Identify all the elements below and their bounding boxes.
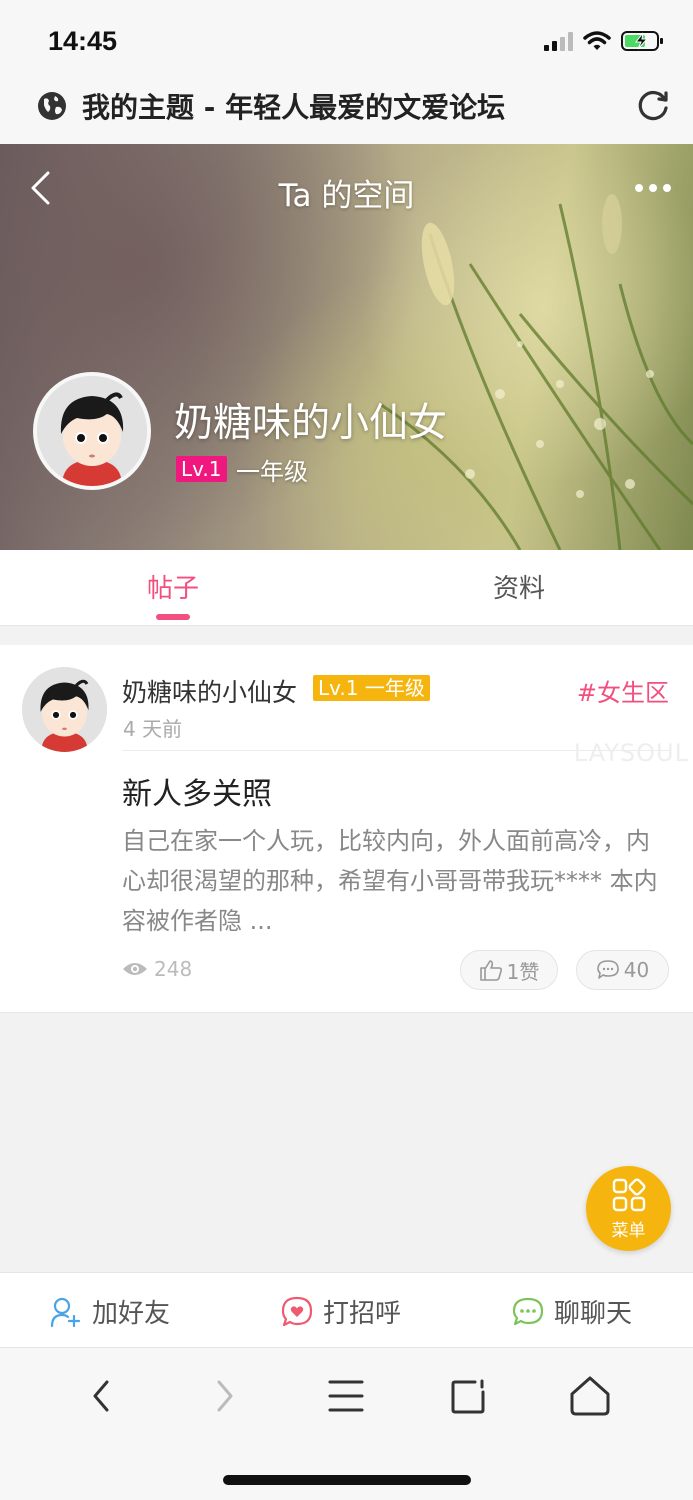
- status-bar: 14:45: [0, 0, 693, 72]
- browser-back-icon[interactable]: [78, 1372, 126, 1420]
- home-indicator[interactable]: [223, 1475, 471, 1485]
- comment-icon: [596, 960, 619, 979]
- watermark: LAYSOUL: [573, 739, 689, 767]
- view-count: 248: [154, 957, 193, 981]
- eye-icon: [123, 963, 147, 975]
- tab-profile[interactable]: 资料: [419, 568, 619, 605]
- browser-url-bar: 我的主题 - 年轻人最爱的文爱论坛: [0, 72, 693, 144]
- wifi-icon: [583, 31, 611, 50]
- add-friend-button[interactable]: 加好友: [50, 1293, 170, 1330]
- like-count: 1赞: [506, 959, 540, 984]
- thumbs-up-icon: [479, 960, 502, 981]
- profile-avatar[interactable]: [33, 372, 151, 490]
- more-options-icon[interactable]: [635, 184, 671, 192]
- comment-count: 40: [623, 958, 650, 982]
- globe-icon: [38, 92, 66, 120]
- browser-forward-icon[interactable]: [200, 1372, 248, 1420]
- profile-tabs: 帖子 资料: [0, 550, 693, 626]
- add-user-icon: [50, 1297, 81, 1327]
- battery-charging-icon: [621, 31, 663, 51]
- add-friend-label: 加好友: [92, 1299, 171, 1329]
- post-timestamp: 4 天前: [123, 717, 183, 741]
- like-button[interactable]: 1赞: [460, 950, 558, 990]
- status-time: 14:45: [48, 26, 118, 56]
- browser-menu-icon[interactable]: [322, 1372, 370, 1420]
- post-level-badge: Lv.1 一年级: [313, 675, 430, 701]
- profile-action-bar: 加好友 打招呼 聊聊天: [0, 1272, 693, 1348]
- active-tab-indicator: [156, 614, 190, 620]
- post-views: 248: [122, 957, 192, 981]
- header-title: Ta 的空间: [278, 178, 415, 214]
- comment-button[interactable]: 40: [576, 950, 669, 990]
- page-title[interactable]: 我的主题 - 年轻人最爱的文爱论坛: [82, 86, 505, 126]
- signal-icon: [544, 31, 573, 51]
- heart-chat-icon: [281, 1296, 313, 1326]
- post-title[interactable]: 新人多关照: [122, 769, 272, 813]
- post-author-name[interactable]: 奶糖味的小仙女: [122, 673, 297, 709]
- grid-menu-icon: [612, 1178, 646, 1212]
- browser-toolbar: [0, 1348, 693, 1500]
- status-icons: [544, 30, 665, 52]
- post-excerpt[interactable]: 自己在家一个人玩，比较内向，外人面前高冷，内心却很渴望的那种，希望有小哥哥带我玩…: [122, 821, 662, 941]
- refresh-icon[interactable]: [635, 88, 671, 124]
- menu-fab-label: 菜单: [611, 1221, 646, 1241]
- chat-label: 聊聊天: [554, 1299, 633, 1329]
- post-author-avatar[interactable]: [22, 667, 107, 752]
- chat-button[interactable]: 聊聊天: [512, 1293, 632, 1330]
- greet-button[interactable]: 打招呼: [281, 1293, 401, 1330]
- profile-username: 奶糖味的小仙女: [174, 401, 448, 446]
- browser-tabs-icon[interactable]: [445, 1372, 493, 1420]
- chat-bubble-icon: [512, 1297, 544, 1325]
- level-badge: Lv.1: [176, 456, 227, 482]
- profile-header: Ta 的空间 奶糖味的小仙女 Lv.1 一年级: [0, 144, 693, 550]
- post-category-tag[interactable]: #女生区: [577, 673, 669, 708]
- grade-label: 一年级: [236, 458, 308, 486]
- browser-home-icon[interactable]: [566, 1372, 614, 1420]
- menu-fab-button[interactable]: 菜单: [586, 1166, 671, 1251]
- post-card[interactable]: 奶糖味的小仙女 Lv.1 一年级 #女生区 4 天前 LAYSOUL 新人多关照…: [0, 645, 693, 1013]
- greet-label: 打招呼: [323, 1299, 402, 1329]
- tab-posts[interactable]: 帖子: [73, 568, 273, 605]
